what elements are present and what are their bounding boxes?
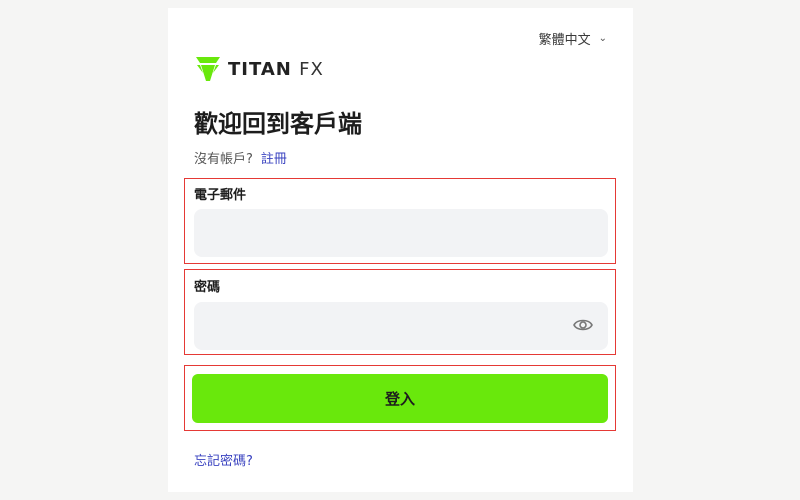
language-selector[interactable]: 繁體中文 ⌄ (539, 29, 607, 48)
language-label: 繁體中文 (538, 33, 591, 48)
email-field[interactable] (194, 209, 608, 257)
no-account-text: 沒有帳戶? (194, 152, 253, 167)
email-label: 電子郵件 (194, 188, 247, 203)
brand-logo: TITAN FX (194, 55, 324, 83)
signup-link[interactable]: 註冊 (261, 152, 287, 167)
titan-logo-icon (196, 57, 220, 81)
login-card: 繁體中文 ⌄ TITAN FX 歡迎回到客戶端 沒有帳戶? 註冊 電子郵件 密碼 … (168, 8, 633, 492)
page-title: 歡迎回到客戶端 (194, 110, 362, 138)
password-field[interactable] (194, 302, 608, 350)
chevron-down-icon: ⌄ (598, 33, 607, 44)
login-button[interactable]: 登入 (192, 374, 608, 423)
password-label: 密碼 (194, 280, 221, 295)
signup-row: 沒有帳戶? 註冊 (194, 148, 287, 167)
brand-name: TITAN (228, 58, 292, 80)
forgot-password-link[interactable]: 忘記密碼? (194, 450, 253, 469)
brand-suffix: FX (299, 58, 324, 80)
eye-icon[interactable] (573, 317, 593, 333)
